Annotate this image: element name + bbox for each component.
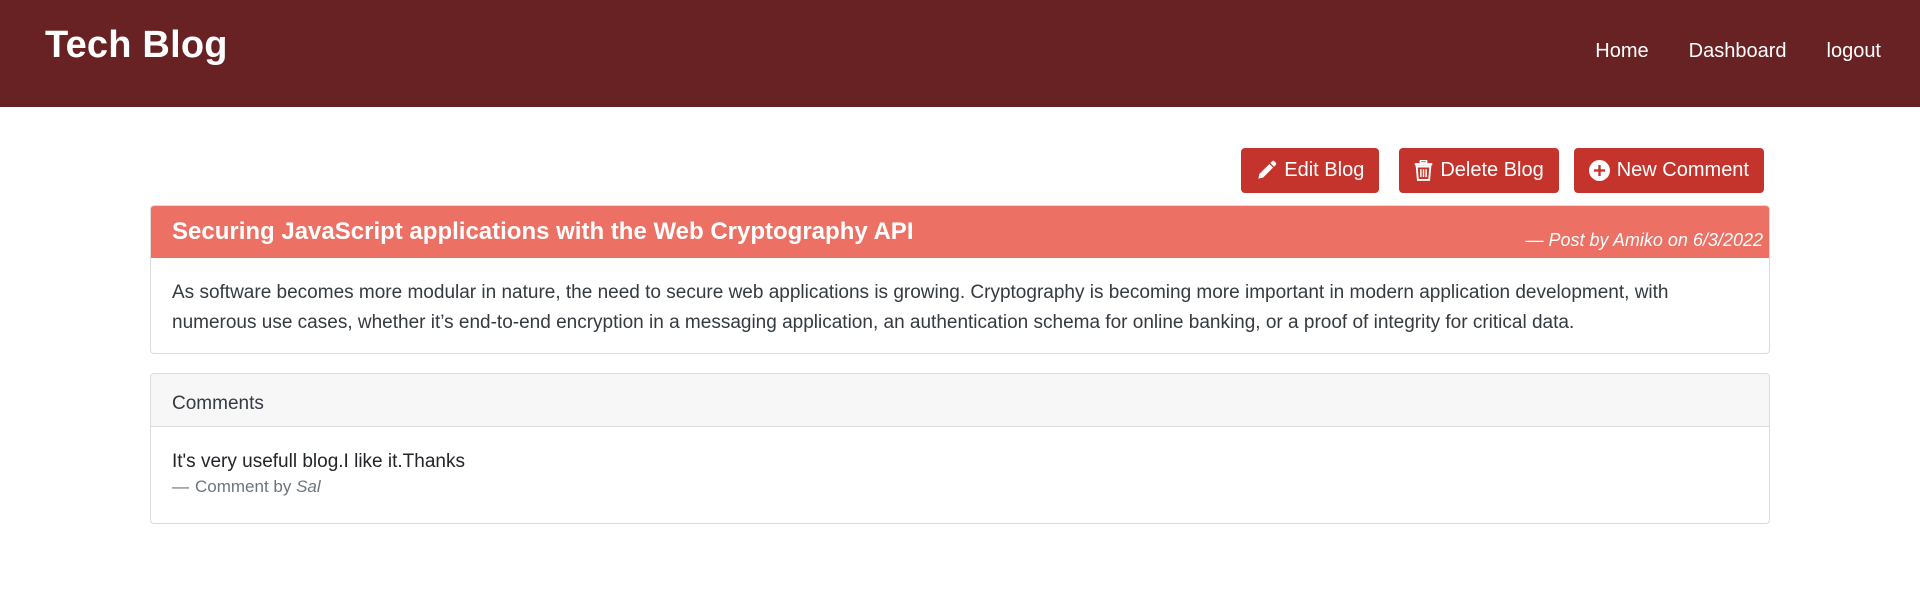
post-date: 6/3/2022 [1692, 230, 1763, 250]
comments-card: Comments It's very usefull blog.I like i… [150, 373, 1770, 524]
post-title: Securing JavaScript applications with th… [172, 218, 914, 245]
post-meta-prefix: — Post by [1525, 230, 1613, 250]
nav-link-dashboard[interactable]: Dashboard [1689, 40, 1787, 63]
edit-blog-label: Edit Blog [1284, 159, 1365, 181]
pencil-icon [1256, 160, 1277, 181]
nav-links: Home Dashboard logout [1595, 40, 1881, 63]
post-author: Amiko [1612, 230, 1663, 250]
comments-header: Comments [151, 374, 1769, 427]
edit-blog-button[interactable]: Edit Blog [1241, 148, 1380, 193]
new-comment-label: New Comment [1616, 159, 1749, 181]
delete-blog-label: Delete Blog [1440, 159, 1544, 181]
post-meta-on: on [1662, 230, 1693, 250]
post-body: As software becomes more modular in natu… [172, 282, 1669, 333]
comment-item: It's very usefull blog.I like it.Thanks … [151, 427, 1769, 499]
comment-text: It's very usefull blog.I like it.Thanks [172, 451, 465, 472]
post-header: Securing JavaScript applications with th… [151, 206, 1769, 258]
new-comment-button[interactable]: New Comment [1573, 148, 1764, 193]
post-card: Securing JavaScript applications with th… [150, 205, 1770, 354]
comment-dash: — [172, 477, 189, 496]
trash-icon [1414, 160, 1433, 181]
nav-link-logout[interactable]: logout [1827, 40, 1882, 63]
plus-circle-icon [1588, 160, 1610, 181]
navbar: Tech Blog Home Dashboard logout [0, 0, 1920, 107]
delete-blog-button[interactable]: Delete Blog [1399, 148, 1559, 193]
comment-by-label: Comment by [195, 477, 297, 496]
post-meta: — Post by Amiko on 6/3/2022 [1526, 230, 1764, 251]
brand-logo[interactable]: Tech Blog [45, 24, 228, 67]
comment-author: Sal [296, 477, 321, 496]
comment-footer: — Comment by Sal [172, 475, 1748, 499]
post-actions-toolbar: Edit Blog Delete Blog New Comment [1241, 148, 1764, 193]
nav-link-home[interactable]: Home [1595, 40, 1648, 63]
